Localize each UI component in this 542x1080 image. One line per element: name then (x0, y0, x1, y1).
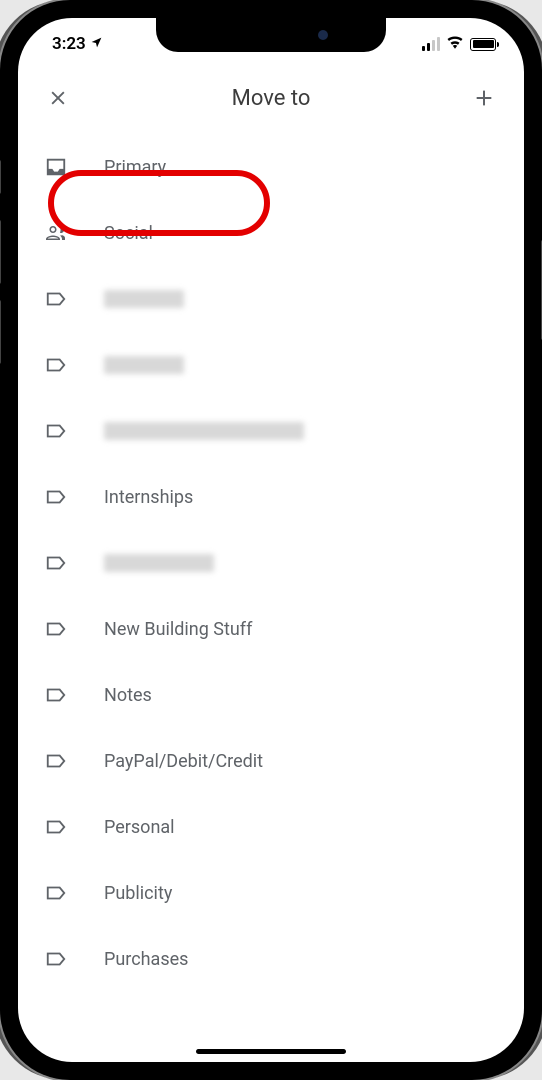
list-item-internships[interactable]: Internships (18, 464, 524, 530)
label-icon (44, 419, 68, 443)
list-item[interactable] (18, 332, 524, 398)
label-icon (44, 749, 68, 773)
list-item-label: Primary (104, 157, 166, 178)
list-item-label: Internships (104, 487, 193, 508)
redacted-label (104, 290, 184, 308)
label-icon (44, 881, 68, 905)
list-item-notes[interactable]: Notes (18, 662, 524, 728)
close-icon (48, 88, 68, 108)
add-button[interactable] (470, 84, 498, 112)
list-item-label: PayPal/Debit/Credit (104, 751, 263, 772)
list-item-personal[interactable]: Personal (18, 794, 524, 860)
list-item-publicity[interactable]: Publicity (18, 860, 524, 926)
list-item[interactable] (18, 530, 524, 596)
wifi-icon (446, 34, 464, 54)
folder-list[interactable]: Primary Social (18, 130, 524, 1062)
label-icon (44, 683, 68, 707)
battery-icon (470, 38, 496, 51)
plus-icon (473, 87, 495, 109)
list-item-new-building[interactable]: New Building Stuff (18, 596, 524, 662)
status-time: 3:23 (52, 34, 86, 54)
list-item-label: Personal (104, 817, 175, 838)
list-item-label: Purchases (104, 949, 188, 970)
redacted-label (104, 356, 184, 374)
list-item-label: Social (104, 223, 153, 244)
label-icon (44, 353, 68, 377)
list-item-paypal[interactable]: PayPal/Debit/Credit (18, 728, 524, 794)
list-item-primary[interactable]: Primary (18, 134, 524, 200)
list-item-purchases[interactable]: Purchases (18, 926, 524, 992)
modal-header: Move to (18, 62, 524, 130)
list-item[interactable] (18, 266, 524, 332)
label-icon (44, 947, 68, 971)
people-icon (44, 221, 68, 245)
cellular-signal-icon (422, 37, 440, 51)
page-title: Move to (232, 86, 311, 111)
device-notch (156, 18, 386, 52)
label-icon (44, 815, 68, 839)
redacted-label (104, 422, 304, 440)
inbox-icon (44, 155, 68, 179)
label-icon (44, 617, 68, 641)
location-arrow-icon (90, 36, 103, 53)
close-button[interactable] (44, 84, 72, 112)
list-item-label: New Building Stuff (104, 619, 252, 640)
list-item-social[interactable]: Social (18, 200, 524, 266)
label-icon (44, 287, 68, 311)
redacted-label (104, 554, 214, 572)
list-item[interactable] (18, 398, 524, 464)
home-indicator[interactable] (196, 1049, 346, 1054)
label-icon (44, 485, 68, 509)
list-item-label: Notes (104, 685, 152, 706)
label-icon (44, 551, 68, 575)
list-item-label: Publicity (104, 883, 172, 904)
